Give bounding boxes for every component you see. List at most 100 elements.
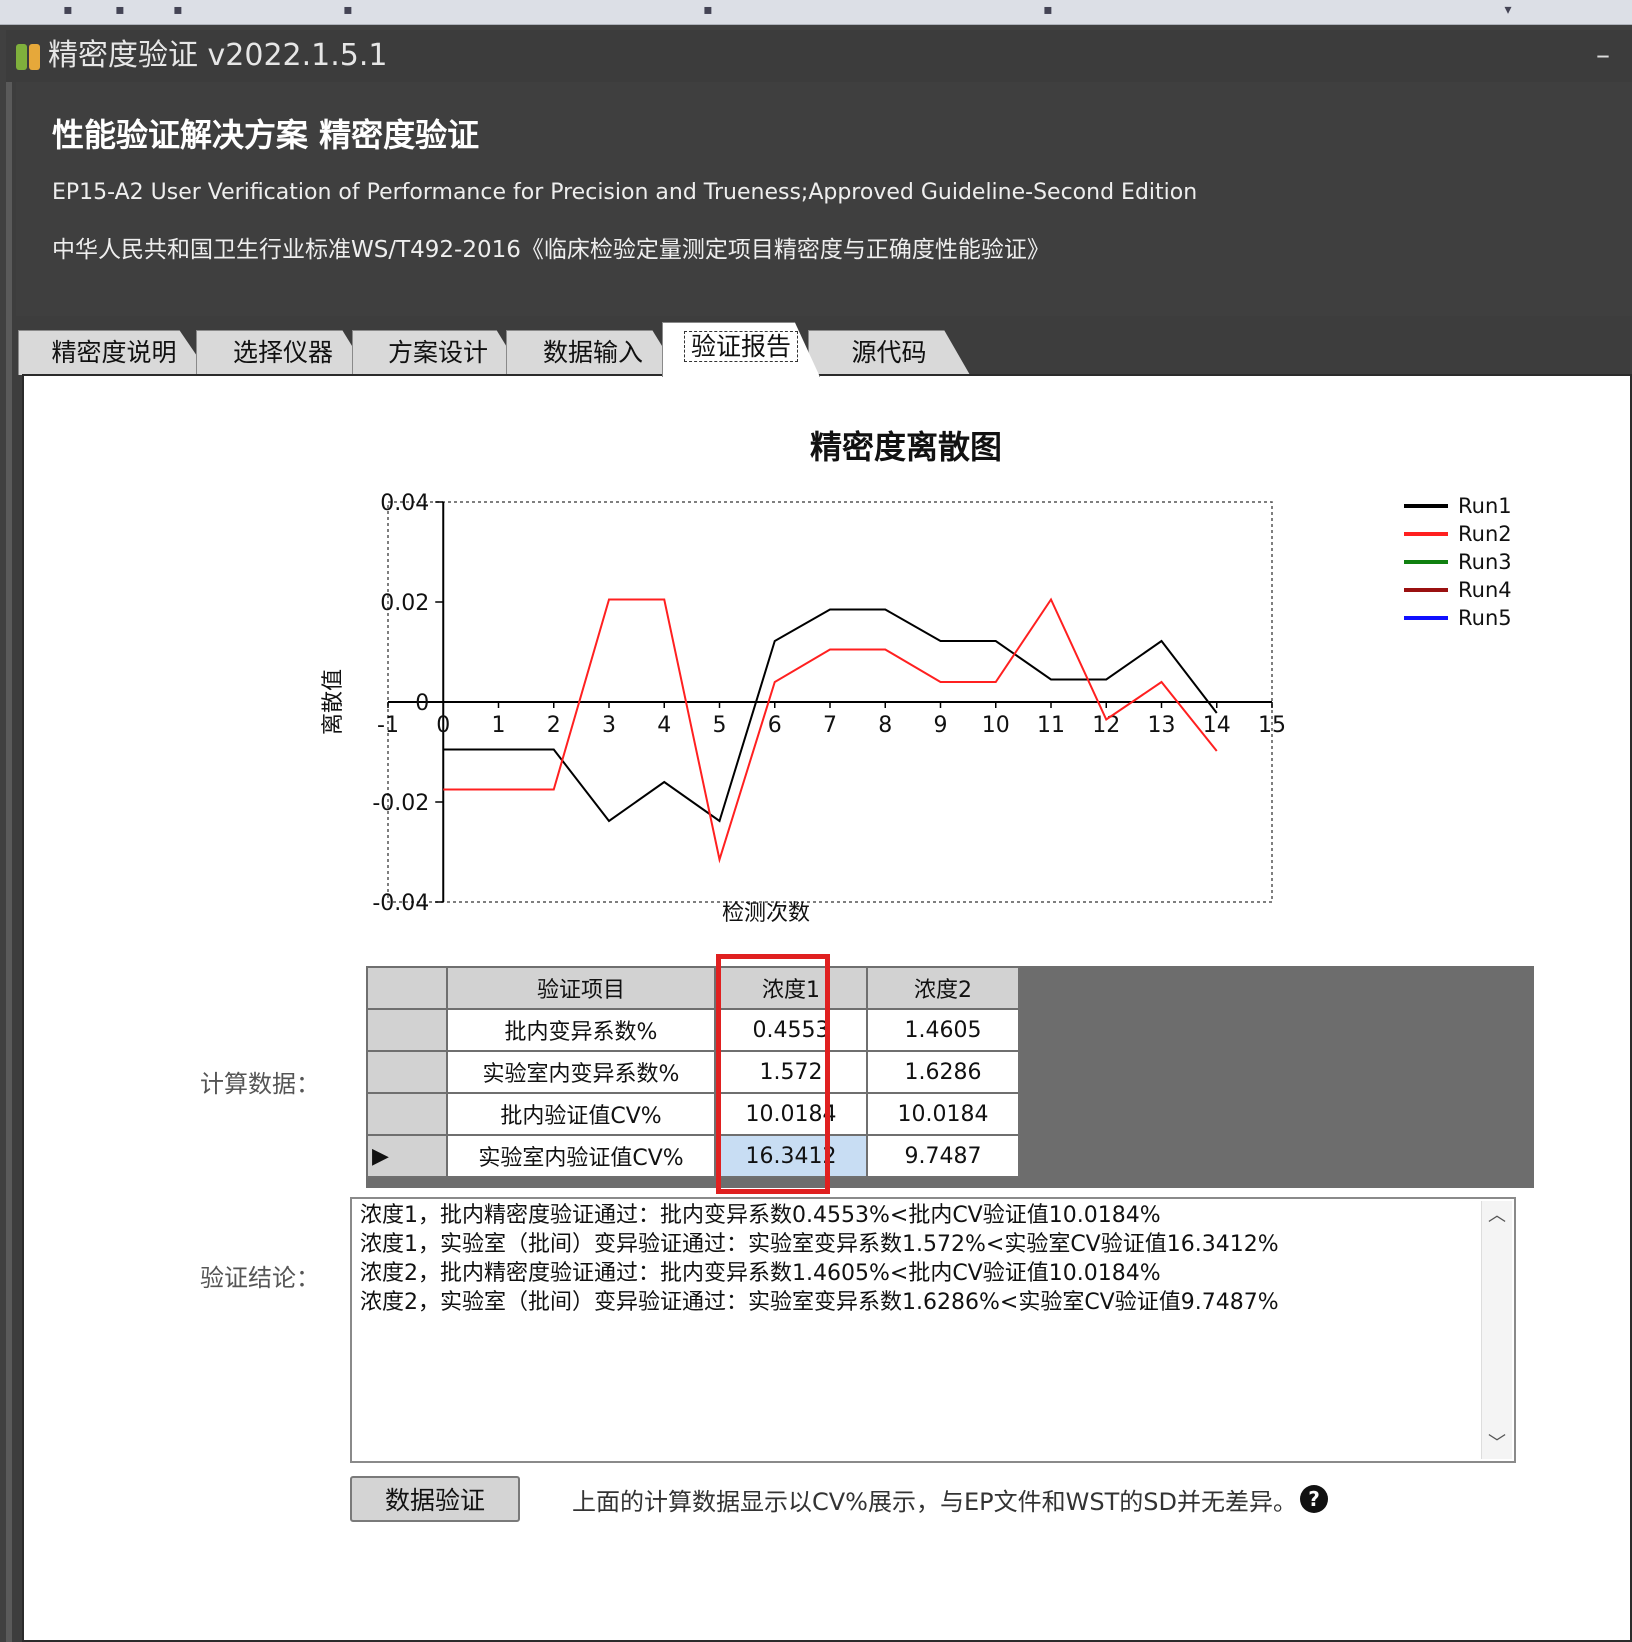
table-row[interactable]: ▶ 实验室内验证值CV% 16.3412 9.7487	[366, 1134, 1020, 1178]
table-cell[interactable]: 1.6286	[866, 1050, 1020, 1094]
table-cell[interactable]: 1.572	[714, 1050, 868, 1094]
selected-cell[interactable]: 16.3412	[714, 1134, 868, 1178]
x-tick-label: -1	[377, 713, 399, 738]
table-cell[interactable]: 批内验证值CV%	[446, 1092, 716, 1136]
legend-item: Run5	[1404, 604, 1584, 632]
table-header-row: 验证项目 浓度1 浓度2	[366, 966, 1020, 1010]
table-cell[interactable]: 批内变异系数%	[446, 1008, 716, 1052]
tab-label: 选择仪器	[232, 338, 333, 367]
calc-data-label: 计算数据：	[200, 1070, 320, 1098]
legend-label: Run2	[1458, 522, 1512, 546]
tab-verification-report[interactable]: 验证报告	[662, 322, 820, 377]
x-tick-label: 13	[1148, 713, 1176, 738]
ide-toolbar: ▪ ▪ ▪ ▪ ▪ ▪ ▾	[0, 0, 1632, 25]
toolbar-icon[interactable]: ▪	[1040, 2, 1056, 18]
conclusion-text: 浓度1，批内精密度验证通过：批内变异系数0.4553%<批内CV验证值10.01…	[360, 1203, 1279, 1315]
x-tick-label: 1	[492, 713, 506, 738]
x-tick-label: 2	[547, 713, 561, 738]
table-row[interactable]: 实验室内变异系数% 1.572 1.6286	[366, 1050, 1020, 1094]
tab-data-input[interactable]: 数据输入	[506, 330, 680, 375]
standard-reference-en: EP15-A2 User Verification of Performance…	[52, 180, 1198, 205]
title-bar: 精密度验证 v2022.1.5.1 –	[6, 30, 1632, 82]
x-tick-label: 4	[657, 713, 671, 738]
tab-label: 精密度说明	[51, 338, 177, 367]
toolbar-icon[interactable]: ▪	[112, 2, 128, 18]
y-tick-label: 0	[415, 691, 429, 716]
toolbar-icon[interactable]: ▪	[340, 2, 356, 18]
row-header[interactable]	[366, 1050, 448, 1094]
legend-label: Run3	[1458, 550, 1512, 574]
x-tick-label: 5	[713, 713, 727, 738]
legend-label: Run4	[1458, 578, 1512, 602]
legend-swatch	[1404, 560, 1448, 564]
app-window: 精密度验证 v2022.1.5.1 – 性能验证解决方案 精密度验证 EP15-…	[6, 30, 1632, 1642]
legend-label: Run5	[1458, 606, 1512, 630]
column-header-conc1[interactable]: 浓度1	[714, 966, 868, 1010]
y-axis-label: 离散值	[321, 669, 346, 735]
header-title: 性能验证解决方案 精密度验证	[52, 116, 480, 154]
x-tick-label: 7	[823, 713, 837, 738]
scroll-down-icon[interactable]: ﹀	[1482, 1429, 1512, 1459]
scroll-up-icon[interactable]: ︿	[1482, 1201, 1512, 1231]
tab-select-instrument[interactable]: 选择仪器	[196, 330, 370, 375]
legend-swatch	[1404, 504, 1448, 508]
x-tick-label: 6	[768, 713, 782, 738]
table-cell[interactable]: 10.0184	[714, 1092, 868, 1136]
y-tick-label: -0.02	[372, 791, 429, 816]
row-header[interactable]	[366, 1092, 448, 1136]
x-tick-label: 9	[934, 713, 948, 738]
current-row-marker[interactable]: ▶	[366, 1134, 448, 1178]
legend-item: Run3	[1404, 548, 1584, 576]
column-header-conc2[interactable]: 浓度2	[866, 966, 1020, 1010]
x-axis-label: 检测次数	[722, 901, 810, 926]
toolbar-icon[interactable]: ▪	[170, 2, 186, 18]
help-icon[interactable]: ?	[1300, 1485, 1328, 1513]
table-cell[interactable]: 10.0184	[866, 1092, 1020, 1136]
tab-label: 数据输入	[542, 338, 643, 367]
table-row[interactable]: 批内验证值CV% 10.0184 10.0184	[366, 1092, 1020, 1136]
table-cell[interactable]: 0.4553	[714, 1008, 868, 1052]
table-cell[interactable]: 9.7487	[866, 1134, 1020, 1178]
precision-scatter-chart: -1 0 1 2 3 4 5 6 7 8 9 10 11 12 13 14 150.040.020-0.02-0…	[321, 491, 1286, 926]
toolbar-icon[interactable]: ▪	[60, 2, 76, 18]
x-tick-label: 0	[436, 713, 450, 738]
chart-legend: Run1 Run2 Run3 Run4 Run5	[1404, 492, 1584, 632]
tab-label: 验证报告	[683, 331, 798, 362]
y-tick-label: -0.04	[372, 891, 429, 916]
tab-precision-info[interactable]: 精密度说明	[18, 330, 210, 375]
tab-label: 源代码	[851, 338, 927, 367]
standard-reference-cn: 中华人民共和国卫生行业标准WS/T492-2016《临床检验定量测定项目精密度与…	[52, 237, 1050, 263]
data-verify-button[interactable]: 数据验证	[350, 1476, 520, 1522]
column-header-item[interactable]: 验证项目	[446, 966, 716, 1010]
tab-source-code[interactable]: 源代码	[808, 330, 970, 375]
conclusion-textbox[interactable]: 浓度1，批内精密度验证通过：批内变异系数0.4553%<批内CV验证值10.01…	[350, 1197, 1516, 1463]
header-banner: 性能验证解决方案 精密度验证 EP15-A2 User Verification…	[16, 82, 1632, 316]
table-cell[interactable]: 实验室内验证值CV%	[446, 1134, 716, 1178]
table-row[interactable]: 批内变异系数% 0.4553 1.4605	[366, 1008, 1020, 1052]
x-tick-label: 10	[982, 713, 1010, 738]
x-tick-label: 12	[1092, 713, 1120, 738]
calc-data-grid: 验证项目 浓度1 浓度2 批内变异系数% 0.4553 1.4605 实验室内变	[366, 966, 1534, 1188]
tab-strip: 精密度说明 选择仪器 方案设计 数据输入 验证报告 源代码	[18, 316, 1632, 377]
row-header[interactable]	[366, 1008, 448, 1052]
window-title: 精密度验证 v2022.1.5.1	[48, 38, 388, 73]
calc-data-table: 验证项目 浓度1 浓度2 批内变异系数% 0.4553 1.4605 实验室内变	[366, 966, 1020, 1178]
y-tick-label: 0.02	[380, 591, 429, 616]
window-border	[6, 82, 12, 1642]
tab-scheme-design[interactable]: 方案设计	[352, 330, 524, 375]
tab-label: 方案设计	[387, 338, 488, 367]
toolbar-dropdown-icon[interactable]: ▾	[1500, 2, 1516, 18]
app-icon	[16, 44, 42, 70]
legend-item: Run2	[1404, 520, 1584, 548]
footnote-text: 上面的计算数据显示以CV%展示，与EP文件和WST的SD并无差异。	[572, 1488, 1297, 1516]
conclusion-scrollbar[interactable]: ︿ ﹀	[1481, 1201, 1512, 1459]
table-cell[interactable]: 实验室内变异系数%	[446, 1050, 716, 1094]
row-header-corner	[366, 966, 448, 1010]
minimize-button[interactable]: –	[1596, 40, 1626, 70]
x-tick-label: 14	[1203, 713, 1231, 738]
x-tick-label: 3	[602, 713, 616, 738]
x-tick-label: 8	[878, 713, 892, 738]
toolbar-icon[interactable]: ▪	[700, 2, 716, 18]
legend-swatch	[1404, 588, 1448, 592]
table-cell[interactable]: 1.4605	[866, 1008, 1020, 1052]
